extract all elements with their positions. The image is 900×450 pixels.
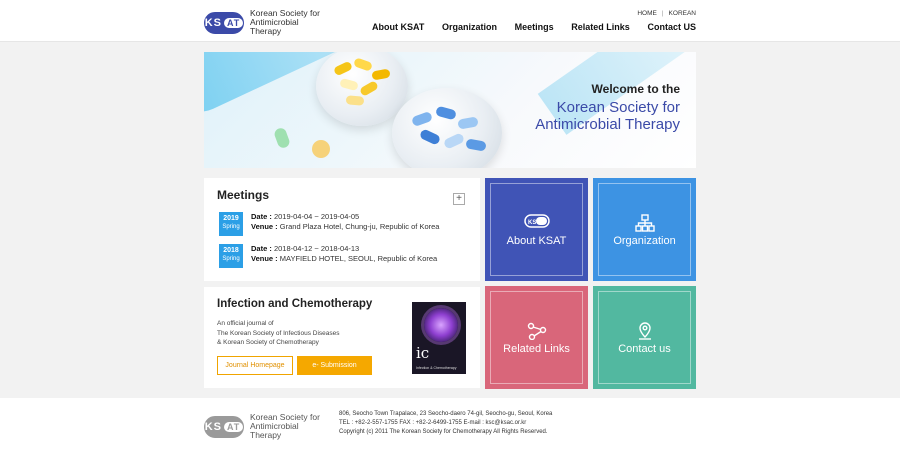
- cover-title: Infection & Chemotherapy: [416, 366, 457, 370]
- meetings-more-button[interactable]: +: [453, 193, 465, 205]
- korean-link[interactable]: KOREAN: [669, 10, 696, 17]
- home-link[interactable]: HOME: [637, 10, 657, 17]
- journal-desc-line: & Korean Society of Chemotherapy: [217, 339, 319, 346]
- main-nav: About KSAT Organization Meetings Related…: [372, 22, 696, 32]
- footer-ksat-logo-badge: KS AT: [204, 415, 244, 438]
- footer-copyright: Copyright (c) 2011 The Korean Society fo…: [339, 429, 548, 435]
- meeting-year: 2018: [223, 247, 239, 254]
- journal-desc-line: An official journal of: [217, 320, 274, 327]
- journal-homepage-button[interactable]: Journal Homepage: [217, 356, 293, 375]
- logo-badge-left: KS: [204, 16, 222, 29]
- e-submission-button[interactable]: e- Submission: [297, 356, 372, 375]
- pill-bowl-blue: [392, 88, 502, 168]
- toplinks-separator: |: [661, 10, 664, 17]
- meeting-venue-label: Venue :: [251, 222, 278, 231]
- ksat-logo-badge: KS AT: [204, 11, 244, 34]
- journal-description: An official journal of The Korean Societ…: [217, 319, 387, 348]
- footer-logo-line2: Antimicrobial Therapy: [250, 421, 299, 440]
- page: KS AT Korean Society for Antimicrobial Th…: [0, 0, 900, 450]
- banner-welcome: Welcome to the: [591, 82, 680, 96]
- tile-organization[interactable]: Organization: [593, 178, 696, 281]
- footer-info: 806, Seocho Town Trapalace, 23 Seocho-da…: [339, 410, 552, 437]
- meeting-info: Date : 2019-04-04 ~ 2019-04-05 Venue : G…: [251, 212, 439, 236]
- site-footer: KS AT Korean Society for Antimicrobial Th…: [0, 398, 900, 450]
- meeting-venue-label: Venue :: [251, 254, 278, 263]
- meeting-year-badge: 2018 Spring: [219, 244, 243, 268]
- journal-desc-line: The Korean Society of Infectious Disease…: [217, 329, 340, 337]
- meeting-season: Spring: [222, 224, 240, 230]
- loose-pill: [272, 126, 292, 150]
- tile-label: Related Links: [503, 343, 570, 355]
- top-links: HOME | KOREAN: [637, 10, 696, 17]
- meeting-info: Date : 2018-04-12 ~ 2018-04-13 Venue : M…: [251, 244, 437, 268]
- logo-badge-right: AT: [223, 17, 244, 28]
- meeting-year: 2019: [223, 215, 239, 222]
- meeting-item[interactable]: 2019 Spring Date : 2019-04-04 ~ 2019-04-…: [219, 212, 439, 236]
- hero-banner: Welcome to the Korean Society for Antimi…: [204, 52, 696, 168]
- meeting-date-label: Date :: [251, 212, 272, 221]
- nav-organization[interactable]: Organization: [442, 22, 497, 32]
- journal-card: Infection and Chemotherapy An official j…: [204, 287, 480, 388]
- tile-related-links[interactable]: Related Links: [485, 286, 588, 389]
- meeting-venue: MAYFIELD HOTEL, SEOUL, Republic of Korea: [279, 254, 438, 263]
- footer-logo: KS AT Korean Society for Antimicrobial Th…: [204, 413, 330, 440]
- meeting-season: Spring: [222, 256, 240, 262]
- footer-contact: TEL : +82-2-557-1755 FAX : +82-2-6499-17…: [339, 420, 527, 426]
- meeting-date-label: Date :: [251, 244, 272, 253]
- virus-illustration: [424, 308, 458, 342]
- site-header: KS AT Korean Society for Antimicrobial Th…: [0, 0, 900, 42]
- footer-logo-text: Korean Society for Antimicrobial Therapy: [250, 413, 330, 440]
- nav-meetings[interactable]: Meetings: [515, 22, 554, 32]
- logo-text: Korean Society for Antimicrobial Therapy: [250, 9, 330, 36]
- banner-title-line2: Antimicrobial Therapy: [535, 116, 680, 133]
- meetings-card: Meetings + 2019 Spring Date : 2019-04-04…: [204, 178, 480, 281]
- org-chart-icon: [634, 214, 655, 237]
- banner-title-line1: Korean Society for: [556, 99, 680, 116]
- meeting-venue: Grand Plaza Hotel, Chung-ju, Republic of…: [279, 222, 440, 231]
- tile-label: Organization: [613, 235, 676, 247]
- cover-letters: ic: [416, 344, 430, 362]
- svg-text:KS: KS: [528, 220, 536, 226]
- logo-line2: Antimicrobial Therapy: [250, 17, 299, 36]
- pill-bowl-yellow: [316, 52, 408, 126]
- meeting-date: 2018-04-12 ~ 2018-04-13: [273, 244, 360, 253]
- site-logo[interactable]: KS AT Korean Society for Antimicrobial Th…: [204, 9, 330, 36]
- banner-text: Welcome to the Korean Society for Antimi…: [535, 82, 680, 133]
- tile-about-ksat[interactable]: KS About KSAT: [485, 178, 588, 281]
- share-nodes-icon: [527, 322, 547, 345]
- tile-label: About KSAT: [506, 235, 567, 247]
- tile-contact-us[interactable]: Contact us: [593, 286, 696, 389]
- footer-address: 806, Seocho Town Trapalace, 23 Seocho-da…: [339, 411, 553, 417]
- journal-title: Infection and Chemotherapy: [217, 298, 373, 310]
- meeting-year-badge: 2019 Spring: [219, 212, 243, 236]
- journal-cover-image[interactable]: ic Infection & Chemotherapy: [412, 302, 466, 374]
- nav-about-ksat[interactable]: About KSAT: [372, 22, 424, 32]
- location-pin-icon: [636, 322, 654, 345]
- ksat-logo-icon: KS: [523, 214, 550, 233]
- tile-label: Contact us: [618, 343, 671, 355]
- meetings-title: Meetings: [217, 188, 270, 202]
- meeting-date: 2019-04-04 ~ 2019-04-05: [273, 212, 360, 221]
- nav-contact-us[interactable]: Contact US: [647, 22, 696, 32]
- nav-related-links[interactable]: Related Links: [571, 22, 630, 32]
- footer-logo-badge-left: KS: [204, 420, 222, 433]
- meeting-item[interactable]: 2018 Spring Date : 2018-04-12 ~ 2018-04-…: [219, 244, 437, 268]
- footer-logo-badge-right: AT: [223, 421, 244, 432]
- loose-pill: [312, 140, 330, 158]
